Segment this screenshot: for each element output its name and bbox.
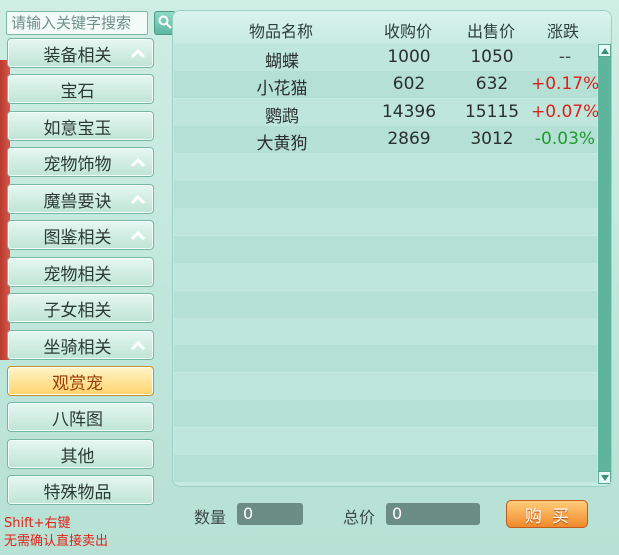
table-row bbox=[174, 427, 597, 455]
table-row[interactable]: 小花猫 602 632 +0.17% bbox=[174, 71, 600, 100]
item-table: 物品名称 收购价 出售价 涨跌 蝴蝶 1000 1050 -- 小花猫 602 632 +0.… bbox=[172, 10, 612, 487]
category-label: 坐骑相关 bbox=[43, 337, 112, 358]
category-item[interactable]: 图鉴相关 bbox=[7, 220, 154, 250]
search-icon bbox=[158, 14, 172, 33]
table-row bbox=[174, 318, 597, 345]
category-label: 如意宝玉 bbox=[43, 118, 112, 139]
category-item[interactable]: 子女相关 bbox=[7, 293, 154, 323]
table-row bbox=[174, 455, 597, 482]
col-header-name: 物品名称 bbox=[248, 22, 313, 41]
cell-change: +0.17% bbox=[531, 74, 600, 95]
category-label: 观赏宠 bbox=[52, 373, 103, 394]
table-row bbox=[174, 153, 597, 181]
cell-name: 蝴蝶 bbox=[265, 52, 299, 72]
buy-button[interactable]: 购买 bbox=[506, 500, 588, 528]
category-label: 装备相关 bbox=[43, 45, 112, 66]
cell-change: -0.03% bbox=[534, 129, 596, 150]
cell-change: +0.07% bbox=[531, 101, 600, 122]
table-row[interactable]: 蝴蝶 1000 1050 -- bbox=[174, 44, 597, 72]
chevron-up-icon[interactable] bbox=[128, 44, 148, 62]
table-row bbox=[174, 345, 597, 373]
chevron-up-icon[interactable] bbox=[128, 226, 148, 244]
table-row bbox=[174, 263, 597, 291]
category-label: 宠物相关 bbox=[43, 264, 112, 285]
category-label: 子女相关 bbox=[43, 300, 112, 321]
scroll-down-button[interactable] bbox=[598, 471, 611, 484]
category-item[interactable]: 魔兽要诀 bbox=[7, 184, 154, 214]
chevron-up-icon[interactable] bbox=[128, 190, 148, 208]
chevron-up-icon[interactable] bbox=[128, 153, 148, 171]
cell-name: 大黄狗 bbox=[256, 134, 308, 155]
category-item[interactable]: 宠物饰物 bbox=[7, 147, 154, 177]
cell-sell-price: 1050 bbox=[470, 47, 514, 67]
cell-buy-price: 14396 bbox=[381, 101, 437, 122]
col-header-buy: 收购价 bbox=[383, 22, 432, 41]
category-label: 特殊物品 bbox=[43, 482, 112, 503]
category-item[interactable]: 观赏宠 bbox=[7, 366, 154, 396]
cell-name: 小花猫 bbox=[256, 79, 308, 100]
category-label: 其他 bbox=[60, 446, 95, 467]
table-row bbox=[174, 372, 597, 400]
search-input[interactable] bbox=[6, 11, 148, 35]
table-row bbox=[174, 208, 597, 236]
col-header-change: 涨跌 bbox=[546, 22, 579, 41]
table-row[interactable]: 鹦鹉 14396 15115 +0.07% bbox=[174, 98, 600, 127]
search-bar bbox=[6, 11, 176, 37]
scroll-up-button[interactable] bbox=[598, 44, 611, 57]
hint-direct-sell: 无需确认直接卖出 bbox=[4, 534, 109, 549]
category-item[interactable]: 特殊物品 bbox=[7, 475, 154, 505]
category-label: 魔兽要诀 bbox=[43, 191, 112, 212]
chevron-up-icon[interactable] bbox=[128, 336, 148, 354]
category-item[interactable]: 宝石 bbox=[7, 74, 154, 104]
table-row[interactable]: 大黄狗 2869 3012 -0.03% bbox=[174, 126, 597, 155]
col-header-sell: 出售价 bbox=[466, 22, 515, 41]
cell-buy-price: 602 bbox=[392, 74, 426, 95]
total-price-label: 总价 bbox=[343, 508, 376, 527]
category-label: 宝石 bbox=[60, 81, 95, 102]
category-item[interactable]: 八阵图 bbox=[7, 402, 154, 432]
table-row bbox=[174, 400, 597, 428]
hint-shift-rightclick: Shift+右键 bbox=[4, 516, 71, 531]
table-header: 物品名称 收购价 出售价 涨跌 bbox=[173, 11, 611, 43]
cell-change: -- bbox=[558, 47, 572, 67]
cell-buy-price: 2869 bbox=[387, 129, 431, 150]
cell-sell-price: 15115 bbox=[464, 101, 520, 122]
cell-name: 鹦鹉 bbox=[265, 106, 299, 127]
total-price-field: 0 bbox=[386, 503, 480, 525]
table-row bbox=[174, 181, 597, 208]
category-item[interactable]: 坐骑相关 bbox=[7, 330, 154, 360]
quantity-input[interactable]: 0 bbox=[237, 503, 303, 525]
cell-sell-price: 3012 bbox=[470, 129, 514, 150]
category-label: 图鉴相关 bbox=[43, 227, 112, 248]
category-label: 八阵图 bbox=[52, 409, 103, 430]
category-label: 宠物饰物 bbox=[43, 154, 112, 175]
category-item[interactable]: 装备相关 bbox=[7, 38, 154, 68]
table-row bbox=[174, 290, 597, 318]
cell-sell-price: 632 bbox=[475, 74, 509, 95]
arrow-down-icon bbox=[600, 474, 609, 481]
category-item[interactable]: 其他 bbox=[7, 439, 154, 469]
category-item[interactable]: 如意宝玉 bbox=[7, 111, 154, 141]
cell-buy-price: 1000 bbox=[387, 47, 431, 67]
table-scrollbar[interactable] bbox=[598, 44, 611, 484]
quantity-label: 数量 bbox=[194, 508, 227, 527]
category-item[interactable]: 宠物相关 bbox=[7, 257, 154, 287]
table-row bbox=[174, 235, 597, 263]
arrow-up-icon bbox=[600, 47, 609, 54]
